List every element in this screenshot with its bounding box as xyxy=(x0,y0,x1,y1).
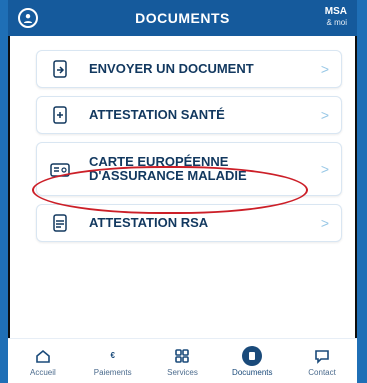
chevron-right-icon: > xyxy=(320,61,329,77)
document-item-european-card[interactable]: CARTE EUROPÉENNE D'ASSURANCE MALADIE > xyxy=(36,142,342,196)
bottom-navigation: Accueil € Paiements Services Documents C… xyxy=(8,338,357,383)
nav-label: Contact xyxy=(308,367,336,377)
nav-paiements[interactable]: € Paiements xyxy=(81,346,145,377)
nav-label: Accueil xyxy=(29,367,56,377)
nav-label: Services xyxy=(167,367,198,377)
send-document-icon xyxy=(49,58,71,80)
nav-accueil[interactable]: Accueil xyxy=(11,346,75,377)
nav-label: Documents xyxy=(232,367,273,377)
chevron-right-icon: > xyxy=(320,161,329,177)
home-icon xyxy=(11,346,75,366)
document-label: ENVOYER UN DOCUMENT xyxy=(89,61,254,76)
document-item-rsa[interactable]: ATTESTATION RSA > xyxy=(36,204,342,242)
nav-contact[interactable]: Contact xyxy=(290,346,354,377)
rsa-certificate-icon xyxy=(49,212,71,234)
euro-icon: € xyxy=(110,351,115,360)
chevron-right-icon: > xyxy=(320,215,329,231)
brand-logo-sub: & moi xyxy=(326,18,347,27)
app-screen: DOCUMENTS MSA & moi ENVOYER UN DOCUMENT … xyxy=(8,0,357,383)
document-item-health[interactable]: ATTESTATION SANTÉ > xyxy=(36,96,342,134)
nav-label: Paiements xyxy=(93,367,132,377)
nav-services[interactable]: Services xyxy=(150,346,214,377)
brand-logo: MSA & moi xyxy=(325,6,347,28)
grid-icon xyxy=(150,346,214,366)
nav-documents[interactable]: Documents xyxy=(220,345,284,377)
page-title: DOCUMENTS xyxy=(135,10,230,26)
user-icon[interactable] xyxy=(18,8,38,28)
european-card-icon xyxy=(49,158,71,180)
user-glyph xyxy=(24,14,32,23)
document-label: CARTE EUROPÉENNE D'ASSURANCE MALADIE xyxy=(89,154,247,183)
documents-icon-wrapper xyxy=(220,345,284,366)
documents-icon xyxy=(242,345,263,366)
brand-logo-main: MSA xyxy=(324,6,347,17)
document-label: ATTESTATION SANTÉ xyxy=(89,107,225,122)
top-bar: DOCUMENTS MSA & moi xyxy=(8,0,357,36)
document-label: ATTESTATION RSA xyxy=(89,215,209,230)
chat-icon xyxy=(290,346,354,366)
document-item-send[interactable]: ENVOYER UN DOCUMENT > xyxy=(36,50,342,88)
documents-list: ENVOYER UN DOCUMENT > ATTESTATION SANTÉ … xyxy=(36,50,342,250)
chevron-right-icon: > xyxy=(320,107,329,123)
health-certificate-icon xyxy=(49,104,71,126)
